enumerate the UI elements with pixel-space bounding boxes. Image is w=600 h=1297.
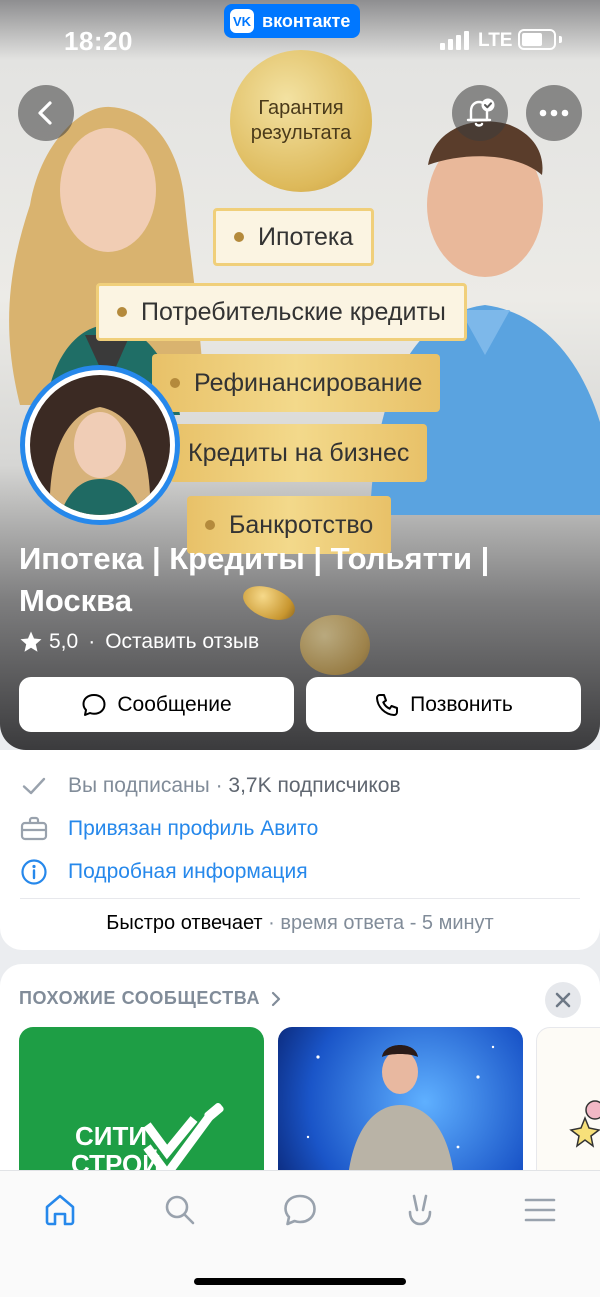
bell-check-icon xyxy=(466,98,495,127)
svg-text:СИТИ: СИТИ xyxy=(75,1121,147,1151)
avito-profile-row[interactable]: Привязан профиль Авито xyxy=(20,813,318,845)
tab-messenger[interactable] xyxy=(280,1190,320,1230)
cover-tag-label: Рефинансирование xyxy=(194,368,423,397)
similar-communities-title: ПОХОЖИЕ СООБЩЕСТВА xyxy=(19,988,261,1008)
dismiss-similar-button[interactable] xyxy=(545,982,581,1018)
rating-separator: · xyxy=(88,630,96,653)
message-button[interactable]: Сообщение xyxy=(19,677,294,732)
coin-decoration xyxy=(300,615,370,675)
status-time: 18:20 xyxy=(64,26,133,56)
city-stroy-logo: СИТИ СТРОЙ xyxy=(71,1102,224,1177)
menu-icon xyxy=(524,1198,556,1222)
tab-menu[interactable] xyxy=(520,1190,560,1230)
home-indicator xyxy=(194,1278,406,1285)
avatar-image xyxy=(30,375,170,515)
briefcase-icon xyxy=(20,815,48,843)
message-bubble-icon xyxy=(82,693,106,716)
cover-tag-label: Кредиты на бизнес xyxy=(188,438,410,467)
tab-search[interactable] xyxy=(160,1190,200,1230)
community-card-image xyxy=(306,1045,495,1177)
chevron-right-icon xyxy=(271,991,281,1006)
notifications-button[interactable] xyxy=(452,85,508,141)
subscribers-separator: · xyxy=(209,774,229,797)
bullet-dot xyxy=(170,378,180,388)
cover-tag: Ипотека xyxy=(213,208,375,266)
home-icon xyxy=(45,1194,75,1226)
cover-tag: Потребительские кредиты xyxy=(96,283,467,341)
community-avatar[interactable] xyxy=(20,365,180,525)
more-button[interactable] xyxy=(526,85,582,141)
clips-icon xyxy=(408,1194,432,1226)
similar-community-card[interactable] xyxy=(536,1027,600,1177)
star-icon xyxy=(20,631,42,652)
community-title: Ипотека | Кредиты | Тольятти | Москва xyxy=(19,541,490,618)
call-button[interactable]: Позвонить xyxy=(306,677,581,732)
phone-icon xyxy=(376,693,399,716)
app-indicator-label: вконтакте xyxy=(262,10,351,31)
cover-tag-label: Потребительские кредиты xyxy=(141,297,446,326)
battery-icon xyxy=(518,29,562,50)
checkmark-icon xyxy=(20,772,48,800)
tab-home[interactable] xyxy=(40,1190,80,1230)
subscribers-count: 3,7K подписчиков xyxy=(228,774,401,797)
rating-row: 5,0 · Оставить отзыв xyxy=(19,630,259,654)
info-circle-icon xyxy=(20,858,48,886)
cellular-signal-icon xyxy=(440,30,469,50)
avito-profile-link: Привязан профиль Авито xyxy=(68,817,319,840)
community-cover: 18:20 VK вконтакте LTE Гарантия результа… xyxy=(0,0,600,750)
similar-community-card[interactable]: СИТИ СТРОЙ xyxy=(19,1027,264,1177)
message-button-label: Сообщение xyxy=(117,692,232,716)
tab-clips[interactable] xyxy=(400,1190,440,1230)
app-indicator-pill[interactable]: VK вконтакте xyxy=(224,4,361,38)
cover-tag-label: Банкротство xyxy=(229,510,374,539)
call-button-label: Позвонить xyxy=(410,692,513,716)
close-icon xyxy=(555,992,571,1008)
guarantee-seal-text: Гарантия результата xyxy=(250,97,352,144)
similar-community-card[interactable] xyxy=(278,1027,523,1177)
community-card-image xyxy=(569,1100,600,1148)
subscribed-status: Вы подписаны xyxy=(68,774,210,797)
back-button[interactable] xyxy=(18,85,74,141)
subscription-row[interactable]: Вы подписаны · 3,7K подписчиков xyxy=(20,770,401,802)
similar-communities-header[interactable]: ПОХОЖИЕ СООБЩЕСТВА xyxy=(19,988,282,1009)
divider xyxy=(20,898,580,899)
details-row[interactable]: Подробная информация xyxy=(20,856,308,888)
details-link: Подробная информация xyxy=(68,860,308,883)
cover-tag-label: Ипотека xyxy=(258,222,354,251)
chat-bubble-icon xyxy=(284,1194,316,1226)
guarantee-seal: Гарантия результата xyxy=(230,50,372,192)
search-icon xyxy=(165,1195,195,1225)
fast-reply-label: Быстро отвечает xyxy=(106,912,263,934)
rating-value: 5,0 xyxy=(49,630,79,653)
vk-logo-icon: VK xyxy=(230,9,254,33)
bullet-dot xyxy=(234,232,244,242)
network-type: LTE xyxy=(478,30,513,51)
cover-tag: Рефинансирование xyxy=(152,354,441,412)
bullet-dot xyxy=(117,307,127,317)
chevron-left-icon xyxy=(38,101,52,125)
review-link[interactable]: Оставить отзыв xyxy=(105,630,259,654)
more-horizontal-icon xyxy=(539,109,569,117)
reply-time-text: · время ответа - 5 минут xyxy=(262,912,494,934)
bullet-dot xyxy=(205,520,215,530)
response-time-row: Быстро отвечает · время ответа - 5 минут xyxy=(0,912,600,935)
cover-tag: Кредиты на бизнес xyxy=(170,424,428,482)
